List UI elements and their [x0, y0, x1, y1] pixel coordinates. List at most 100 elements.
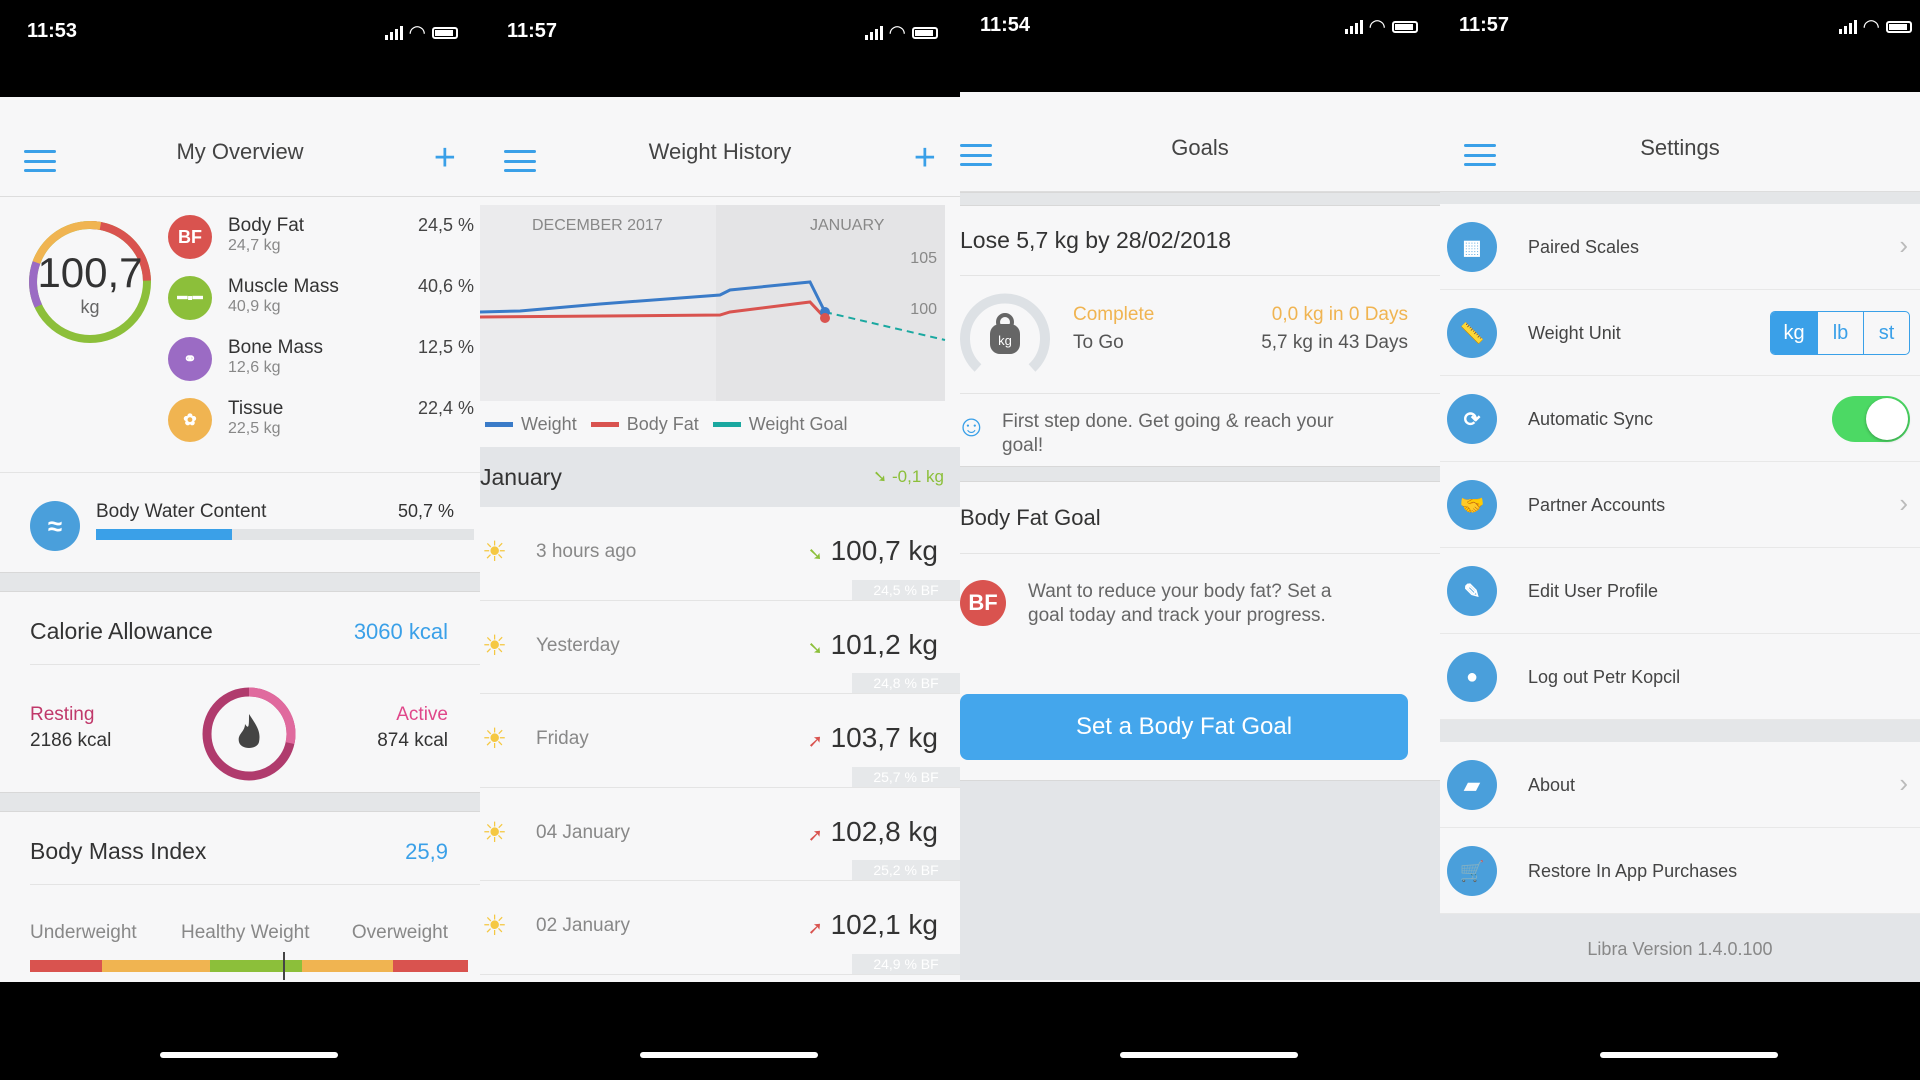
- month-label: January: [480, 463, 562, 490]
- composition-kg: 24,7 kg: [228, 237, 281, 254]
- composition-item[interactable]: ✿ Tissue 22,5 kg 22,4 %: [168, 396, 474, 457]
- signal-icon: [384, 25, 403, 40]
- settings-item[interactable]: 📏 Weight Unit kg lb st: [1440, 290, 1920, 376]
- unit-option-kg[interactable]: kg: [1771, 312, 1817, 354]
- ruler-icon: 📏: [1447, 308, 1497, 358]
- settings-list-2: ▰ About › 🛒 Restore In App Purchases: [1440, 742, 1920, 914]
- weight-chart[interactable]: DECEMBER 2017 JANUARY 105 100: [480, 205, 946, 401]
- about-icon: ▰: [1447, 760, 1497, 810]
- arrow-up-icon: ➚: [807, 731, 823, 751]
- settings-item[interactable]: ● Log out Petr Kopcil: [1440, 634, 1920, 720]
- togo-value: 5,7 kg in 43 Days: [1261, 332, 1408, 353]
- composition-name: Muscle Mass: [228, 276, 339, 297]
- history-entry[interactable]: ☀ 3 hours ago ➘ 100,7 kg 24,5 % BF: [480, 507, 960, 601]
- navbar: Goals: [960, 92, 1440, 192]
- settings-item[interactable]: 🛒 Restore In App Purchases: [1440, 828, 1920, 914]
- page-title: Goals: [1171, 134, 1229, 160]
- smiley-icon: ☺: [960, 410, 987, 443]
- settings-item[interactable]: ⟳ Automatic Sync: [1440, 376, 1920, 462]
- tissue-icon: ✿: [168, 398, 212, 442]
- composition-item[interactable]: ━▪━ Muscle Mass 40,9 kg 40,6 %: [168, 274, 474, 335]
- arrow-down-icon: ➘: [873, 467, 893, 486]
- home-indicator[interactable]: [1600, 1052, 1778, 1058]
- settings-item[interactable]: ▦ Paired Scales ›: [1440, 204, 1920, 290]
- menu-icon[interactable]: [1464, 144, 1496, 166]
- water-label: Body Water Content: [96, 501, 267, 522]
- sunrise-icon: ☀: [482, 629, 508, 661]
- togo-label: To Go: [1073, 332, 1124, 353]
- add-icon[interactable]: +: [914, 139, 936, 177]
- settings-list: ▦ Paired Scales › 📏 Weight Unit kg lb st ⟳ Aut…: [1440, 204, 1920, 720]
- unit-option-st[interactable]: st: [1863, 312, 1909, 354]
- home-indicator[interactable]: [1120, 1052, 1298, 1058]
- settings-item[interactable]: ✎ Edit User Profile: [1440, 548, 1920, 634]
- weight-value: 100,7: [37, 249, 143, 296]
- settings-item[interactable]: 🤝 Partner Accounts ›: [1440, 462, 1920, 548]
- history-entry[interactable]: ☀ 02 January ➚ 102,1 kg 24,9 % BF: [480, 881, 960, 975]
- bmi-label-under: Underweight: [30, 922, 137, 943]
- bodyfat-point: [820, 313, 830, 323]
- entry-time: Friday: [536, 728, 589, 749]
- settings-label: Partner Accounts: [1528, 495, 1666, 515]
- water-bar-fill: [96, 529, 233, 540]
- composition-item[interactable]: ⚭ Bone Mass 12,6 kg 12,5 %: [168, 335, 474, 396]
- phone-history: 11:57 ◠ Weight History + DECEMBER 2017 J…: [480, 0, 960, 1080]
- battery-icon: [1886, 20, 1912, 33]
- sunrise-icon: ☀: [482, 723, 508, 754]
- water-bar: [96, 529, 474, 540]
- entry-weight: 100,7 kg: [830, 535, 938, 566]
- complete-value: 0,0 kg in 0 Days: [1271, 304, 1408, 325]
- set-bodyfat-goal-button[interactable]: Set a Body Fat Goal: [960, 694, 1408, 760]
- composition-item[interactable]: BF Body Fat 24,7 kg 24,5 %: [168, 213, 474, 274]
- entry-bodyfat: 24,8 % BF: [852, 673, 960, 693]
- legend-swatch: [485, 421, 513, 427]
- legend-item: Weight Goal: [712, 414, 847, 435]
- settings-label: Restore In App Purchases: [1528, 861, 1738, 881]
- entry-time: 04 January: [536, 821, 631, 843]
- unit-option-lb[interactable]: lb: [1817, 312, 1863, 354]
- legend-item: Weight: [485, 414, 577, 435]
- settings-screen: Settings ▦ Paired Scales › 📏 Weight Unit kg…: [1440, 92, 1920, 982]
- auto-sync-toggle[interactable]: [1832, 396, 1910, 442]
- settings-label: Edit User Profile: [1528, 581, 1659, 601]
- status-bar: 11:57 ◠: [1440, 0, 1920, 60]
- bf-icon: BF: [168, 215, 212, 259]
- bmi-value: 25,9: [405, 839, 448, 864]
- goal-headline: Lose 5,7 kg by 28/02/2018: [960, 227, 1232, 253]
- add-icon[interactable]: +: [434, 139, 456, 177]
- settings-item[interactable]: ▰ About ›: [1440, 742, 1920, 828]
- menu-icon[interactable]: [960, 144, 992, 166]
- sync-icon: ⟳: [1447, 394, 1497, 444]
- bmi-card: Body Mass Index 25,9 Underweight Healthy…: [0, 812, 480, 982]
- legend-item: Body Fat: [590, 414, 699, 435]
- chevron-right-icon: ›: [1899, 768, 1908, 798]
- complete-label: Complete: [1073, 304, 1155, 325]
- navbar: Weight History +: [480, 97, 960, 197]
- resting-value: 2186 kcal: [30, 730, 112, 751]
- settings-label: Weight Unit: [1528, 323, 1621, 343]
- menu-icon[interactable]: [504, 150, 536, 172]
- composition-section: 100,7 kg BF Body Fat 24,7 kg 24,5 % ━▪━ M…: [0, 197, 480, 472]
- calorie-total: 3060 kcal: [353, 619, 448, 644]
- sunrise-icon: ☀: [482, 536, 508, 567]
- bodyfat-goal-text: Want to reduce your body fat? Set a goal…: [1028, 581, 1332, 626]
- navbar: My Overview +: [0, 97, 480, 197]
- history-entry[interactable]: ☀ Friday ➚ 103,7 kg 25,7 % BF: [480, 694, 960, 788]
- composition-pct: 22,4 %: [417, 398, 474, 418]
- legend-label: Weight: [521, 413, 577, 434]
- history-entry[interactable]: ☀ 04 January ➚ 102,8 kg 25,2 % BF: [480, 788, 960, 881]
- entry-time: Yesterday: [536, 634, 620, 656]
- bone-icon: ⚭: [168, 337, 212, 381]
- home-indicator[interactable]: [640, 1052, 818, 1058]
- home-indicator[interactable]: [160, 1052, 338, 1058]
- overview-screen: My Overview + 100,7 kg BF Body Fat 24,7 …: [0, 97, 480, 982]
- entry-bodyfat: 25,2 % BF: [852, 860, 960, 880]
- signal-icon: [1344, 19, 1363, 34]
- entry-bodyfat: 24,9 % BF: [852, 953, 960, 974]
- history-entry[interactable]: ☀ Yesterday ➘ 101,2 kg 24,8 % BF: [480, 601, 960, 694]
- entry-bodyfat: 25,7 % BF: [852, 766, 960, 787]
- menu-icon[interactable]: [24, 150, 56, 172]
- water-row: ≈ Body Water Content 50,7 %: [0, 472, 480, 572]
- phone-overview: 11:53 ◠ My Overview + 100,7 kg BF Body F…: [0, 0, 480, 1080]
- calorie-ring: [202, 687, 296, 781]
